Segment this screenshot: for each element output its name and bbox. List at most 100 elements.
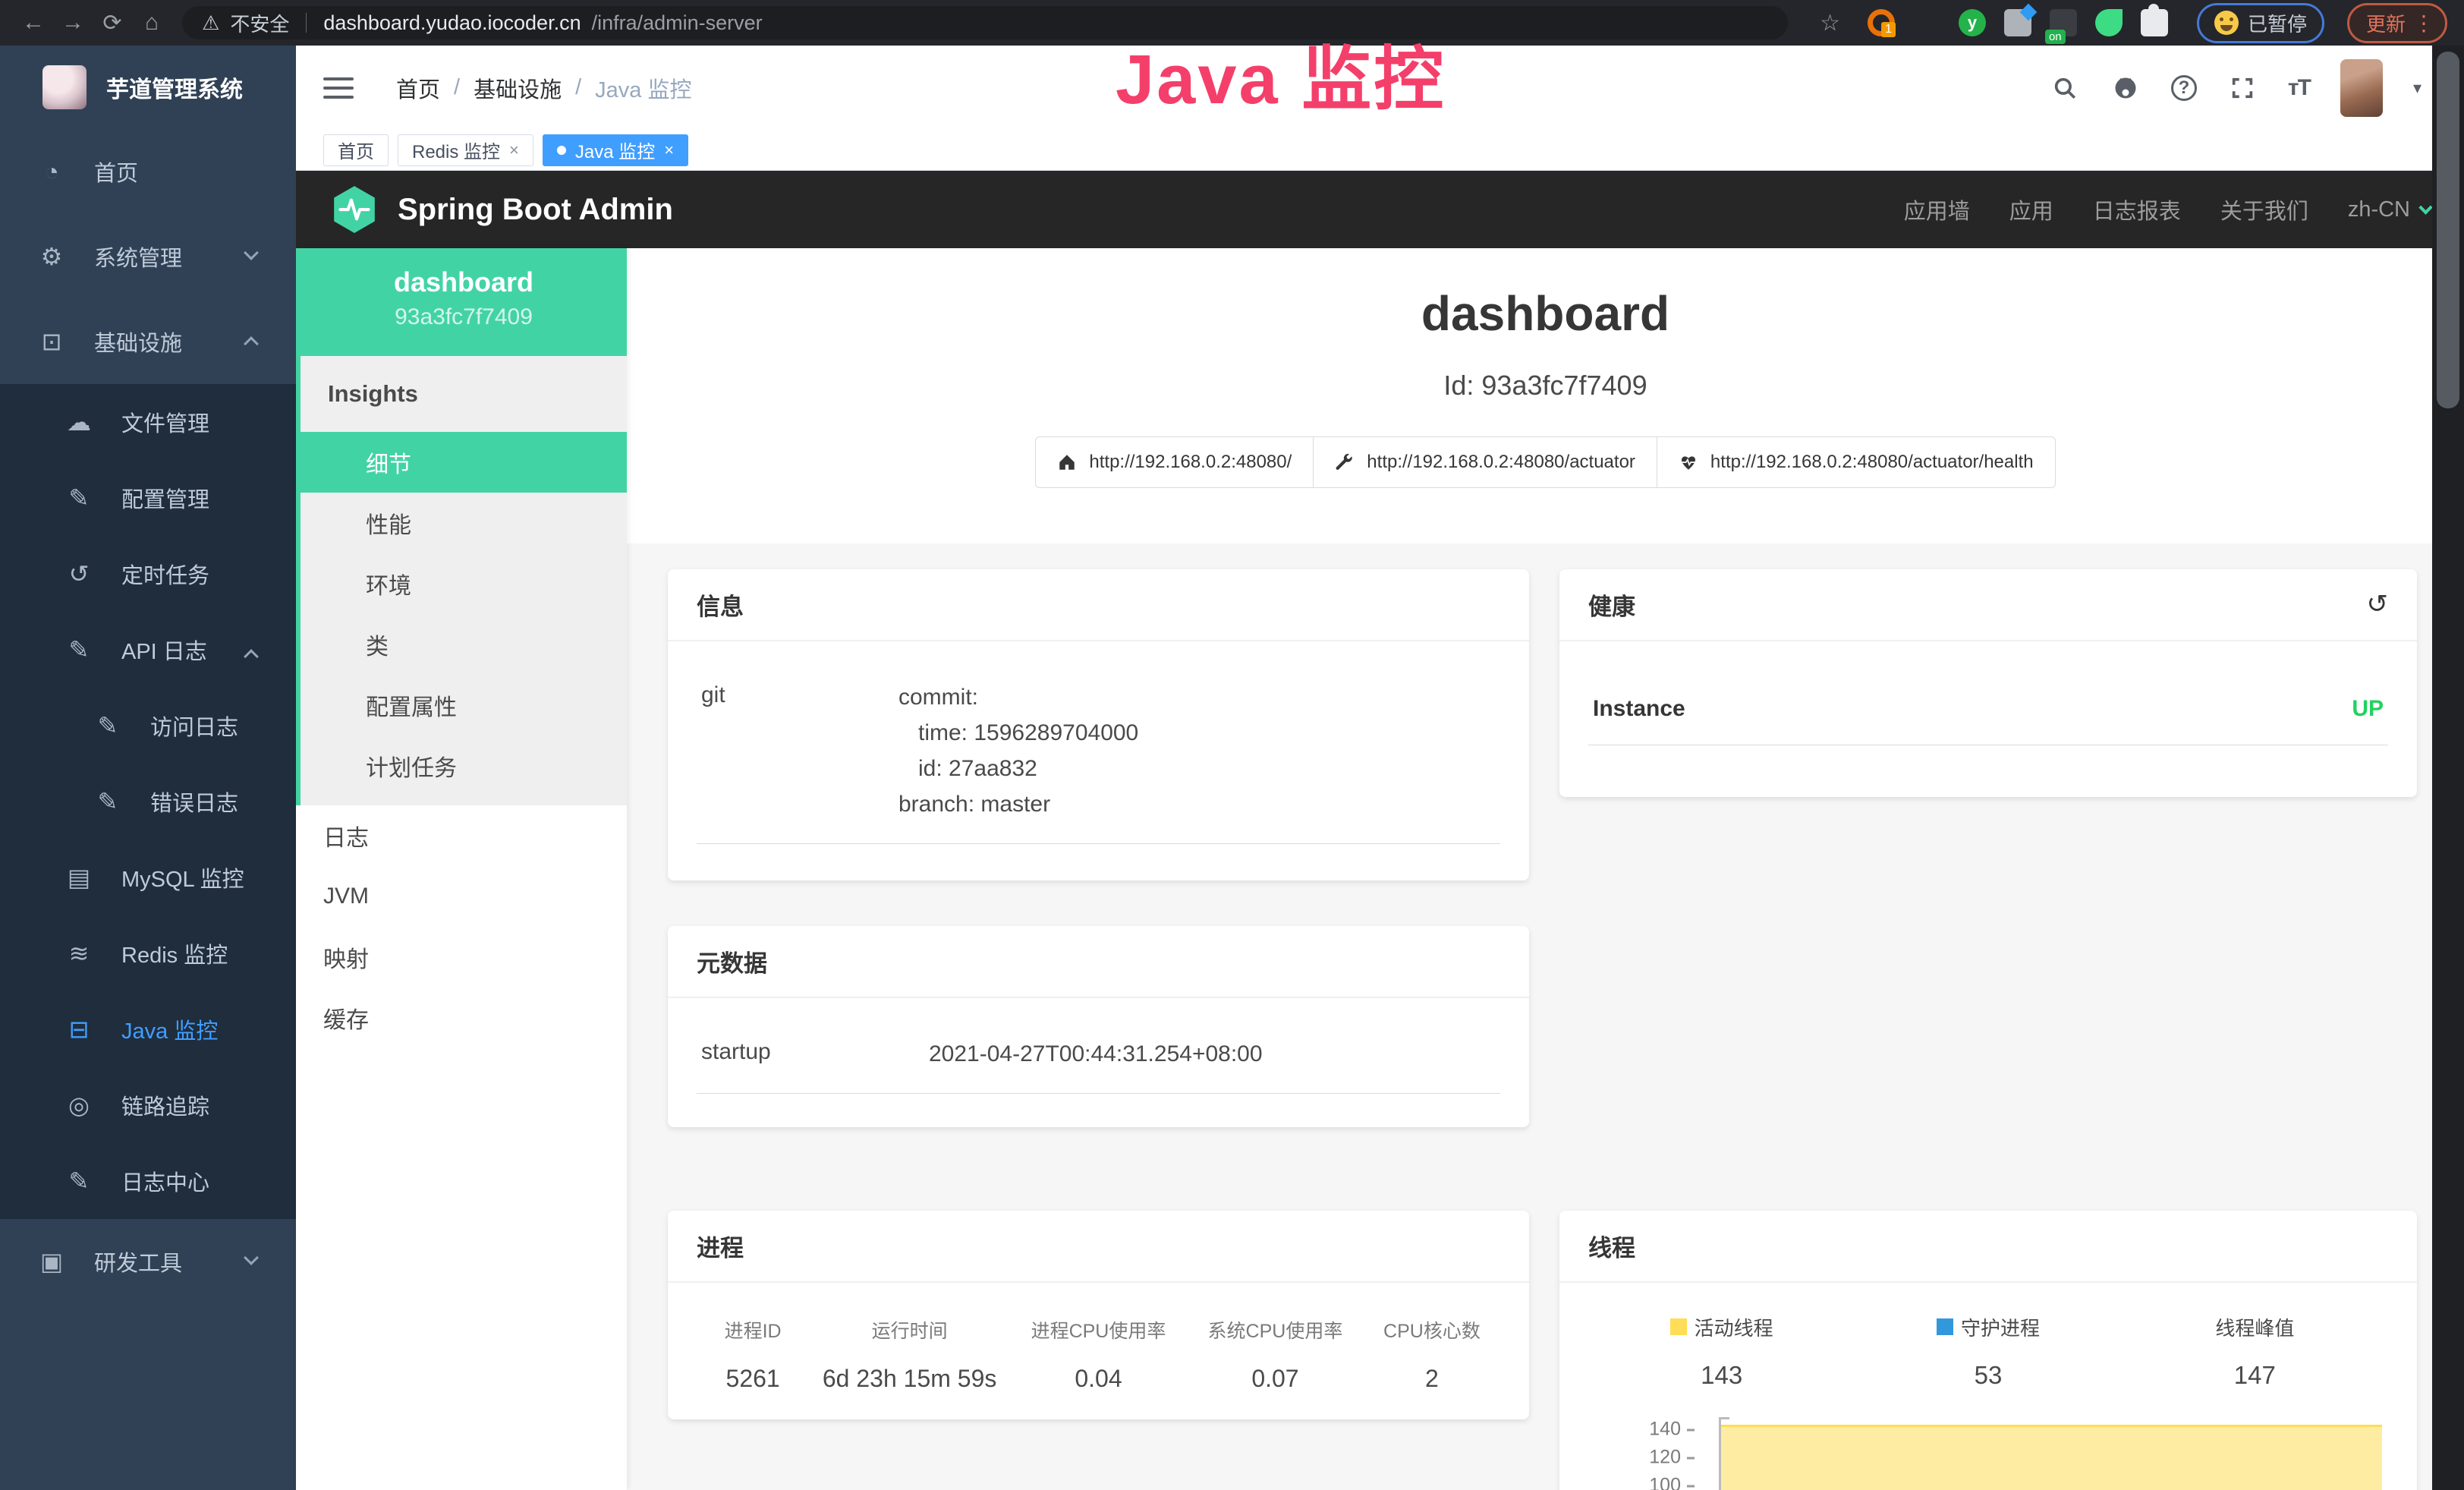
user-avatar[interactable] [2340, 59, 2383, 117]
tab-java-monitor[interactable]: Java 监控 × [543, 134, 688, 166]
tab-bar: 首页 Redis 监控 × Java 监控 × [296, 130, 2464, 171]
pin-extension-icon[interactable] [1913, 9, 1940, 36]
grid-extension-icon[interactable] [2004, 9, 2031, 36]
sba-brand[interactable]: Spring Boot Admin [329, 184, 673, 235]
switch-extension-icon[interactable]: on [2050, 9, 2077, 36]
y-extension-icon[interactable]: y [1959, 9, 1986, 36]
sidebar-item-java-monitor[interactable]: ⊟ Java 监控 [0, 991, 296, 1067]
browser-menu-icon[interactable]: ⋮ [2413, 11, 2434, 36]
legend-item-live: 活动线程 143 [1588, 1313, 1855, 1390]
collapse-sidebar-icon[interactable] [323, 77, 354, 99]
infrastructure-submenu: ☁ 文件管理 ✎ 配置管理 ↺ 定时任务 ✎ API 日志 ✎ 访问日志 ✎ [0, 384, 296, 1219]
health-item-label: Instance [1593, 696, 1685, 722]
search-icon[interactable] [2050, 73, 2080, 103]
sba-menu-jvm[interactable]: JVM [296, 866, 627, 927]
sidebar-item-label: Java 监控 [121, 1013, 218, 1045]
sidebar-item-label: 日志中心 [121, 1165, 209, 1197]
service-url-button[interactable]: http://192.168.0.2:48080/ [1035, 436, 1314, 488]
locale-selector[interactable]: zh-CN [2348, 197, 2431, 222]
sidebar-item-redis-monitor[interactable]: ≋ Redis 监控 [0, 915, 296, 991]
sidebar-item-system[interactable]: ⚙ 系统管理 [0, 214, 296, 299]
sidebar-item-home[interactable]: ◔ 首页 [0, 129, 296, 214]
sidebar-item-label: 基础设施 [94, 326, 182, 358]
sidebar-item-config-management[interactable]: ✎ 配置管理 [0, 460, 296, 536]
sba-menu-scheduled-tasks[interactable]: 计划任务 [301, 736, 627, 796]
sidebar-item-log-center[interactable]: ✎ 日志中心 [0, 1143, 296, 1219]
paused-profile-chip[interactable]: 已暂停 [2197, 3, 2324, 43]
help-icon[interactable]: ? [2171, 75, 2197, 101]
address-bar[interactable]: ⚠ 不安全 dashboard.yudao.iocoder.cn /infra/… [182, 6, 1788, 39]
legend-item-peak: 线程峰值 147 [2122, 1313, 2388, 1390]
legend-swatch-yellow [1670, 1318, 1687, 1335]
threads-chart: 140 120 100 [1588, 1417, 2388, 1490]
health-instance-row[interactable]: Instance UP [1588, 675, 2388, 745]
puzzle-extensions-icon[interactable] [2141, 9, 2168, 36]
sba-nav-wallboard[interactable]: 应用墙 [1904, 194, 1970, 225]
sba-menu-metrics[interactable]: 性能 [301, 493, 627, 553]
history-icon[interactable]: ↺ [2367, 589, 2389, 619]
chart-plot-area [1719, 1417, 2382, 1490]
github-icon[interactable] [2110, 73, 2141, 103]
sba-nav-about[interactable]: 关于我们 [2220, 194, 2308, 225]
sidebar-item-dev-tools[interactable]: ▣ 研发工具 [0, 1219, 296, 1304]
sidebar-item-mysql-monitor[interactable]: ▤ MySQL 监控 [0, 840, 296, 915]
sba-menu-caches[interactable]: 缓存 [296, 988, 627, 1048]
legend-label: 活动线程 [1695, 1313, 1773, 1341]
update-browser-button[interactable]: 更新 ⋮ [2347, 3, 2447, 43]
breadcrumb-home[interactable]: 首页 [396, 72, 440, 104]
sidebar-item-api-log[interactable]: ✎ API 日志 [0, 612, 296, 688]
sba-menu-config-props[interactable]: 配置属性 [301, 675, 627, 736]
legend-label: 线程峰值 [2215, 1313, 2294, 1341]
page-scrollbar[interactable] [2432, 46, 2464, 1490]
close-icon[interactable]: × [664, 140, 674, 160]
sidebar-item-error-log[interactable]: ✎ 错误日志 [0, 764, 296, 840]
breadcrumb: 首页 / 基础设施 / Java 监控 [396, 72, 691, 104]
tab-home[interactable]: 首页 [323, 134, 389, 166]
url-path: /infra/admin-server [592, 11, 763, 35]
threads-legend: 活动线程 143 守护进程 [1588, 1313, 2388, 1390]
sba-nav-journal[interactable]: 日志报表 [2093, 194, 2181, 225]
extension-icon[interactable]: 1 [1868, 9, 1895, 36]
wrench-icon [1335, 452, 1355, 472]
sidebar-item-infrastructure[interactable]: ⊡ 基础设施 [0, 299, 296, 384]
sidebar-item-tracing[interactable]: ◎ 链路追踪 [0, 1067, 296, 1143]
legend-swatch-blue [1937, 1318, 1953, 1335]
sba-menu-environment[interactable]: 环境 [301, 553, 627, 614]
extensions-row: 1 y on [1868, 9, 2168, 36]
sidebar-item-access-log[interactable]: ✎ 访问日志 [0, 688, 296, 764]
close-icon[interactable]: × [509, 140, 519, 160]
sba-menu-logs[interactable]: 日志 [296, 805, 627, 866]
sidebar-item-file-management[interactable]: ☁ 文件管理 [0, 384, 296, 460]
system-cpu: 0.07 [1187, 1365, 1364, 1393]
fullscreen-icon[interactable] [2227, 73, 2258, 103]
forward-icon[interactable]: → [56, 6, 90, 39]
process-col-header: CPU核心数 [1364, 1316, 1500, 1344]
insights-group: Insights 细节 性能 环境 类 配置属性 计划任务 [301, 356, 627, 805]
app-logo[interactable]: 芋道管理系统 [0, 46, 296, 129]
sba-menu-mappings[interactable]: 映射 [296, 927, 627, 988]
process-card: 进程 进程ID 运行时间 进程CPU使用率 系统CPU使用率 CPU核心数 52… [668, 1211, 1529, 1419]
card-title: 进程 [668, 1211, 1529, 1283]
avatar-caret-icon[interactable]: ▾ [2413, 78, 2422, 98]
health-url-button[interactable]: http://192.168.0.2:48080/actuator/health [1657, 436, 2056, 488]
legend-label: 守护进程 [1961, 1313, 2040, 1341]
sba-title: Spring Boot Admin [398, 193, 673, 227]
sba-nav-applications[interactable]: 应用 [2009, 194, 2053, 225]
reload-icon[interactable]: ⟳ [96, 6, 129, 39]
instance-header[interactable]: dashboard 93a3fc7f7409 [301, 248, 627, 356]
home-icon[interactable]: ⌂ [135, 6, 168, 39]
back-icon[interactable]: ← [17, 6, 50, 39]
sba-menu-details[interactable]: 细节 [301, 432, 627, 493]
sba-menu-classes[interactable]: 类 [301, 614, 627, 675]
sba-logo-icon [329, 184, 379, 235]
font-size-icon[interactable]: тT [2288, 75, 2310, 101]
tab-redis-monitor[interactable]: Redis 监控 × [398, 134, 533, 166]
breadcrumb-infrastructure[interactable]: 基础设施 [474, 72, 562, 104]
bookmark-star-icon[interactable]: ☆ [1820, 10, 1840, 36]
scrollbar-thumb[interactable] [2437, 52, 2459, 408]
actuator-url-button[interactable]: http://192.168.0.2:48080/actuator [1314, 436, 1657, 488]
sidebar-item-scheduled-jobs[interactable]: ↺ 定时任务 [0, 536, 296, 612]
chevron-down-icon [244, 245, 259, 260]
card-title: 信息 [668, 569, 1529, 641]
leaf-extension-icon[interactable] [2095, 9, 2123, 36]
